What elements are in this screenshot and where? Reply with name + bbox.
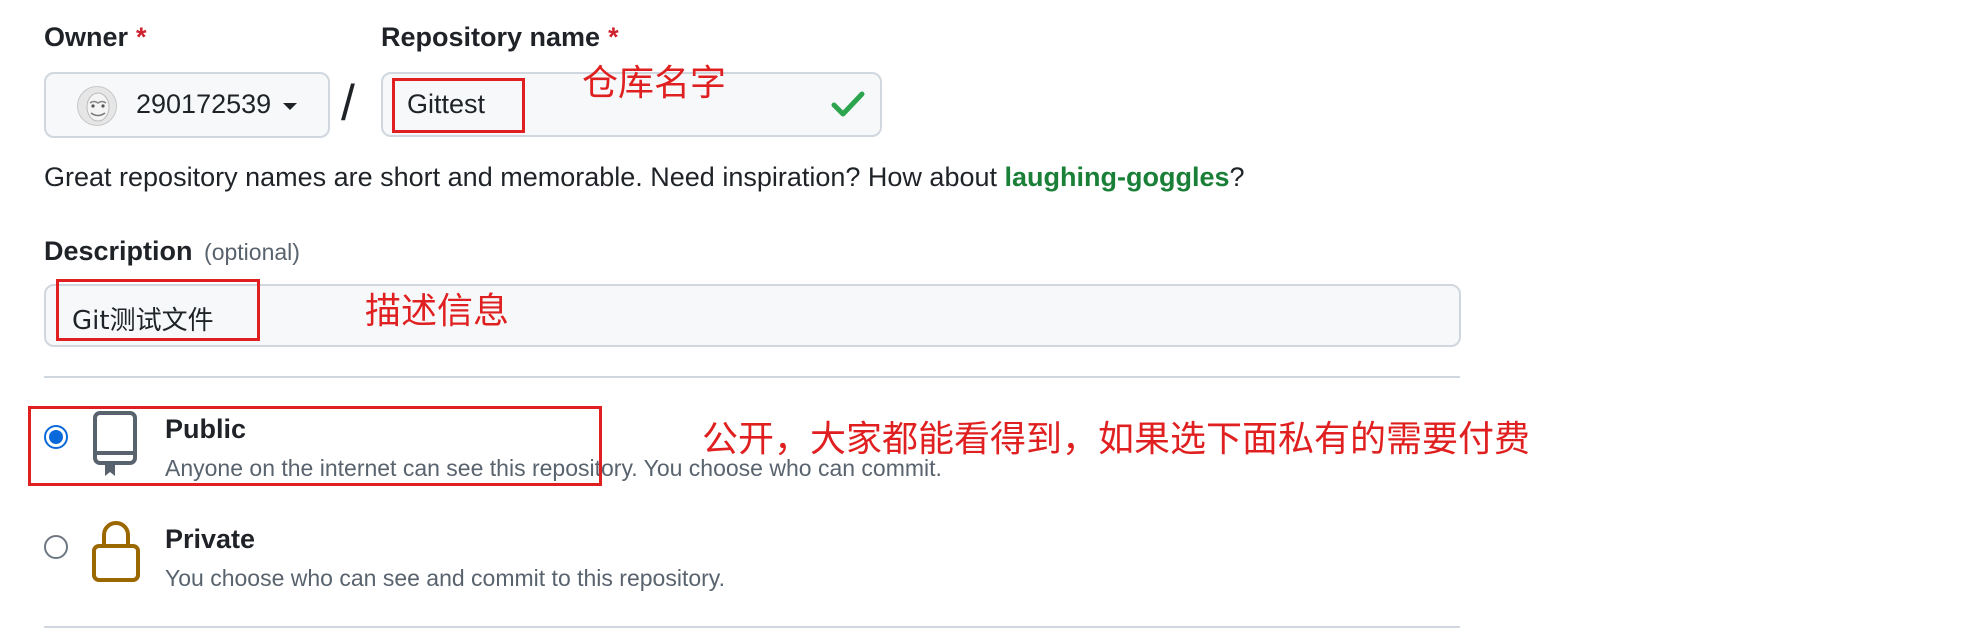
repo-name-label: Repository name * [381, 22, 619, 52]
annotation-box-public [28, 406, 602, 486]
section-divider-bottom [44, 626, 1460, 628]
private-description: You choose who can see and commit to thi… [165, 565, 725, 591]
suggested-name-link[interactable]: laughing-goggles [1005, 162, 1230, 192]
description-label: Description (optional) [44, 236, 300, 266]
private-radio[interactable] [44, 535, 68, 559]
annotation-visibility: 公开，大家都能看得到，如果选下面私有的需要付费 [702, 419, 1531, 460]
visibility-option-private[interactable]: Private You choose who can see and commi… [44, 520, 1044, 600]
owner-repo-separator: / [341, 75, 355, 131]
avatar-icon [77, 86, 117, 126]
owner-dropdown[interactable]: 290172539 [44, 72, 330, 138]
repo-name-hint: Great repository names are short and mem… [44, 162, 1245, 192]
owner-label: Owner * [44, 22, 147, 52]
annotation-description: 描述信息 [365, 291, 510, 332]
annotation-box-description [56, 279, 260, 341]
annotation-repo-name: 仓库名字 [582, 63, 727, 104]
caret-down-icon [283, 103, 297, 110]
owner-value: 290172539 [136, 89, 272, 119]
check-icon [831, 91, 865, 117]
section-divider [44, 376, 1460, 378]
private-title: Private [165, 524, 256, 554]
annotation-box-repo-name [392, 78, 525, 133]
lock-icon [92, 521, 140, 582]
